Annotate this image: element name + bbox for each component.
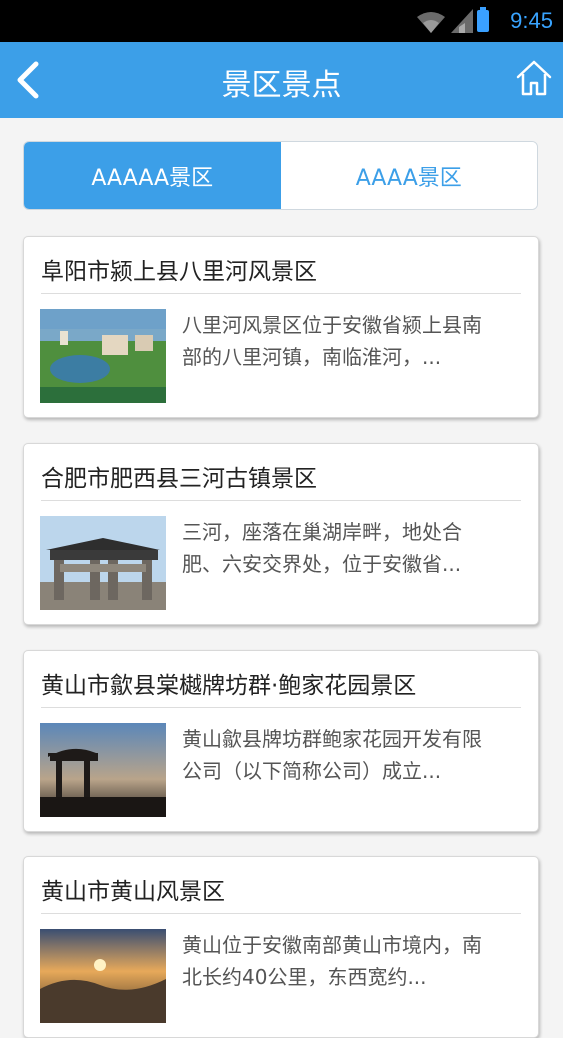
spot-thumbnail xyxy=(40,309,166,403)
spot-description: 黄山位于安徽南部黄山市境内，南 北长约40公里，东西宽约... xyxy=(182,933,482,989)
spot-description: 八里河风景区位于安徽省颍上县南 部的八里河镇，南临淮河，... xyxy=(182,313,482,369)
app-header: 景区景点 xyxy=(0,42,563,118)
spot-thumbnail xyxy=(40,929,166,1023)
list-item[interactable]: 黄山市黄山风景区 黄山位于安徽南部黄山市境内，南 北长约40公里，东西宽约... xyxy=(23,856,539,1038)
spot-description: 黄山歙县牌坊群鲍家花园开发有限 公司（以下简称公司）成立... xyxy=(182,727,482,783)
page-title: 景区景点 xyxy=(221,68,342,103)
home-icon xyxy=(516,60,552,96)
spot-thumbnail xyxy=(40,516,166,610)
signal-icon xyxy=(451,9,473,33)
status-icons xyxy=(415,7,489,33)
spot-title: 合肥市肥西县三河古镇景区 xyxy=(41,466,317,492)
wifi-icon xyxy=(417,12,445,33)
list-item[interactable]: 黄山市歙县棠樾牌坊群·鲍家花园景区 黄山歙县牌坊群鲍家花园开发有限 公司（以下简… xyxy=(23,650,539,832)
spot-title: 黄山市黄山风景区 xyxy=(41,879,225,905)
status-time: 9:45 xyxy=(510,8,553,33)
list-item[interactable]: 合肥市肥西县三河古镇景区 三河，座落在巢湖岸畔，地处合 肥、六安交界处，位于安徽… xyxy=(23,443,539,625)
divider xyxy=(41,293,521,294)
spot-title: 黄山市歙县棠樾牌坊群·鲍家花园景区 xyxy=(41,673,417,699)
tab-4a[interactable]: AAAA景区 xyxy=(280,142,537,209)
spot-description: 三河，座落在巢湖岸畔，地处合 肥、六安交界处，位于安徽省... xyxy=(182,520,462,576)
divider xyxy=(41,707,521,708)
spot-thumbnail xyxy=(40,723,166,817)
divider xyxy=(41,500,521,501)
divider xyxy=(41,913,521,914)
spot-title: 阜阳市颍上县八里河风景区 xyxy=(41,259,317,285)
list-item[interactable]: 阜阳市颍上县八里河风景区 八里河风景区位于安徽省颍上县南 部的八里河镇，南临淮河… xyxy=(23,236,539,418)
tab-bar: AAAAA景区 AAAA景区 xyxy=(23,141,538,210)
home-button[interactable] xyxy=(515,58,553,98)
status-bar: 9:45 xyxy=(0,0,563,42)
battery-icon xyxy=(477,7,489,32)
tab-5a[interactable]: AAAAA景区 xyxy=(24,142,281,209)
